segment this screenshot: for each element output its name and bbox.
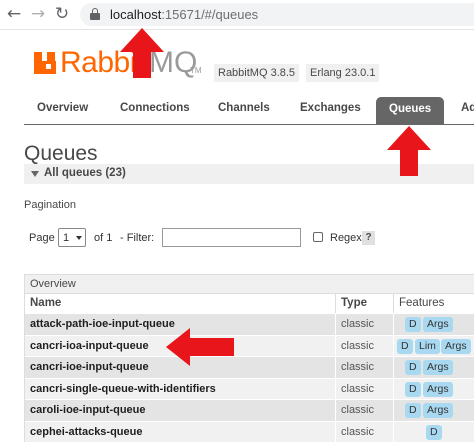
feature-badge: D bbox=[426, 424, 442, 440]
url-text: localhost:15671/#/queues bbox=[110, 7, 259, 22]
lock-icon bbox=[90, 8, 100, 20]
red-annotation-arrow-queues-tab bbox=[387, 126, 431, 176]
page-title: Queues bbox=[24, 142, 98, 165]
queue-row[interactable]: cancri-single-queue-with-identifiers clas… bbox=[25, 377, 474, 399]
feature-badge: D bbox=[405, 360, 421, 375]
table-group-caption: Overview bbox=[25, 274, 474, 293]
queue-row[interactable]: cephei-attacks-queue classic D bbox=[25, 420, 474, 442]
feature-badge: Args bbox=[441, 338, 471, 354]
feature-badge: Args bbox=[423, 360, 453, 375]
collapse-triangle-icon bbox=[31, 171, 39, 177]
queues-table: Overview Name Type Features attack-path-… bbox=[24, 274, 474, 442]
page-select[interactable]: 1 bbox=[58, 228, 86, 247]
rabbitmq-logo-mark bbox=[34, 52, 56, 74]
queue-name-link[interactable]: attack-path-ioe-input-queue bbox=[30, 318, 175, 330]
feature-badge: Args bbox=[423, 403, 453, 418]
tab-exchanges[interactable]: Exchanges bbox=[300, 102, 361, 124]
red-annotation-arrow-queue-row bbox=[166, 328, 234, 366]
regex-label: Regex bbox=[330, 232, 362, 244]
help-icon[interactable]: ? bbox=[362, 231, 375, 245]
queue-row[interactable]: caroli-ioe-input-queue classic D Args bbox=[25, 399, 474, 421]
erlang-version: Erlang 23.0.1 bbox=[306, 64, 380, 82]
queue-row[interactable]: cancri-ioa-input-queue classic D Lim Args bbox=[25, 334, 474, 356]
queue-name-link[interactable]: cephei-attacks-queue bbox=[30, 426, 142, 438]
queue-name-link[interactable]: cancri-ioa-input-queue bbox=[30, 340, 149, 352]
regex-checkbox[interactable] bbox=[313, 232, 323, 242]
browser-toolbar: ← → ↻ localhost:15671/#/queues bbox=[0, 0, 474, 30]
tab-connections[interactable]: Connections bbox=[120, 102, 190, 124]
address-bar[interactable]: localhost:15671/#/queues bbox=[80, 3, 474, 26]
table-body: attack-path-ioe-input-queue classic D Args c… bbox=[25, 313, 474, 442]
forward-arrow-icon[interactable]: → bbox=[28, 4, 48, 24]
back-arrow-icon[interactable]: ← bbox=[4, 4, 24, 24]
rabbitmq-version: RabbitMQ 3.8.5 bbox=[214, 64, 300, 82]
column-header-features: Features bbox=[399, 297, 445, 309]
queue-type: classic bbox=[341, 382, 375, 395]
feature-badge: D bbox=[405, 381, 421, 397]
queue-type: classic bbox=[341, 404, 375, 416]
column-header-name[interactable]: Name bbox=[30, 297, 61, 309]
main-nav-tabs: Overview Connections Channels Exchanges … bbox=[24, 97, 474, 125]
all-queues-label: All queues (23) bbox=[44, 167, 126, 179]
feature-badge: Args bbox=[423, 381, 453, 397]
logo-trademark: TM bbox=[190, 66, 202, 75]
page-select-value: 1 bbox=[63, 232, 70, 244]
red-annotation-arrow-url bbox=[120, 28, 164, 78]
reload-icon[interactable]: ↻ bbox=[52, 4, 72, 24]
queue-type: classic bbox=[341, 425, 375, 438]
feature-badge: Lim bbox=[415, 338, 440, 354]
table-header-row: Name Type Features bbox=[25, 293, 474, 313]
pagination-heading: Pagination bbox=[24, 199, 76, 211]
tab-overview[interactable]: Overview bbox=[37, 102, 88, 124]
page-label: Page bbox=[29, 232, 55, 244]
queue-row[interactable]: cancri-ioe-input-queue classic D Args bbox=[25, 356, 474, 378]
queue-name-link[interactable]: cancri-ioe-input-queue bbox=[30, 361, 149, 373]
tab-channels[interactable]: Channels bbox=[218, 102, 270, 124]
page-count: of 1 bbox=[94, 232, 113, 244]
filter-label: - Filter: bbox=[120, 232, 155, 244]
feature-badge: D bbox=[405, 317, 421, 332]
feature-badge: Args bbox=[423, 317, 453, 332]
queue-name-link[interactable]: cancri-single-queue-with-identifiers bbox=[30, 383, 216, 395]
queue-type: classic bbox=[341, 318, 375, 330]
feature-badge: D bbox=[405, 403, 421, 418]
tab-queues[interactable]: Queues bbox=[376, 97, 445, 124]
chevron-down-icon bbox=[76, 236, 82, 240]
tab-admin[interactable]: Ad bbox=[461, 102, 474, 124]
queue-row[interactable]: attack-path-ioe-input-queue classic D Args bbox=[25, 313, 474, 335]
column-header-type[interactable]: Type bbox=[341, 297, 367, 309]
queue-name-link[interactable]: caroli-ioe-input-queue bbox=[30, 404, 146, 416]
feature-badge: D bbox=[397, 338, 413, 354]
filter-input[interactable] bbox=[162, 228, 301, 247]
queue-type: classic bbox=[341, 361, 375, 373]
queue-type: classic bbox=[341, 339, 375, 352]
